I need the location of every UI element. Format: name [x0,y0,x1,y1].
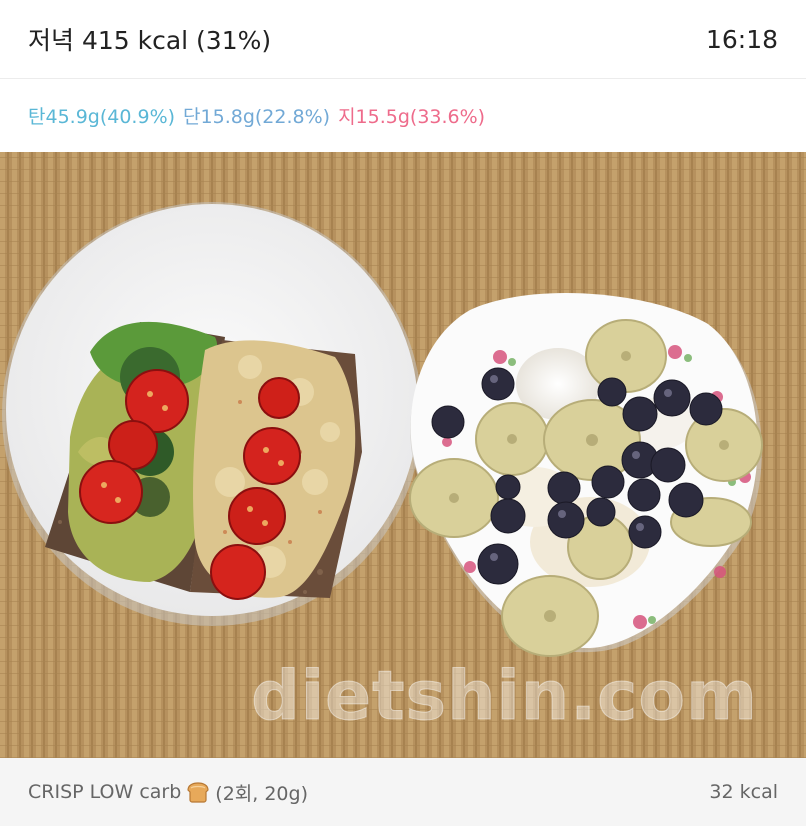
meal-time[interactable]: 16:18 [706,25,778,54]
macro-summary: 탄45.9g(40.9%) 단15.8g(22.8%) 지15.5g(33.6%… [28,102,485,129]
food-item-row[interactable]: CRISP LOW carb (2회, 20g) 32 kcal [0,758,806,826]
fat-macro: 지15.5g(33.6%) [338,106,486,128]
food-item-name: CRISP LOW carb (2회, 20g) [28,779,308,806]
meal-header: 저녁 415 kcal (31%) 16:18 [0,0,806,79]
carb-macro: 탄45.9g(40.9%) [28,106,176,128]
food-item-kcal: 32 kcal [709,781,778,803]
meal-title: 저녁 415 kcal (31%) [28,26,272,55]
food-item-detail: (2회, 20g) [215,782,308,805]
protein-macro: 단15.8g(22.8%) [183,106,331,128]
meal-photo[interactable]: dietshin.com [0,152,806,758]
watermark-text: dietshin.com [251,657,758,737]
food-item-label: CRISP LOW carb [28,781,182,803]
bread-icon [185,781,211,803]
